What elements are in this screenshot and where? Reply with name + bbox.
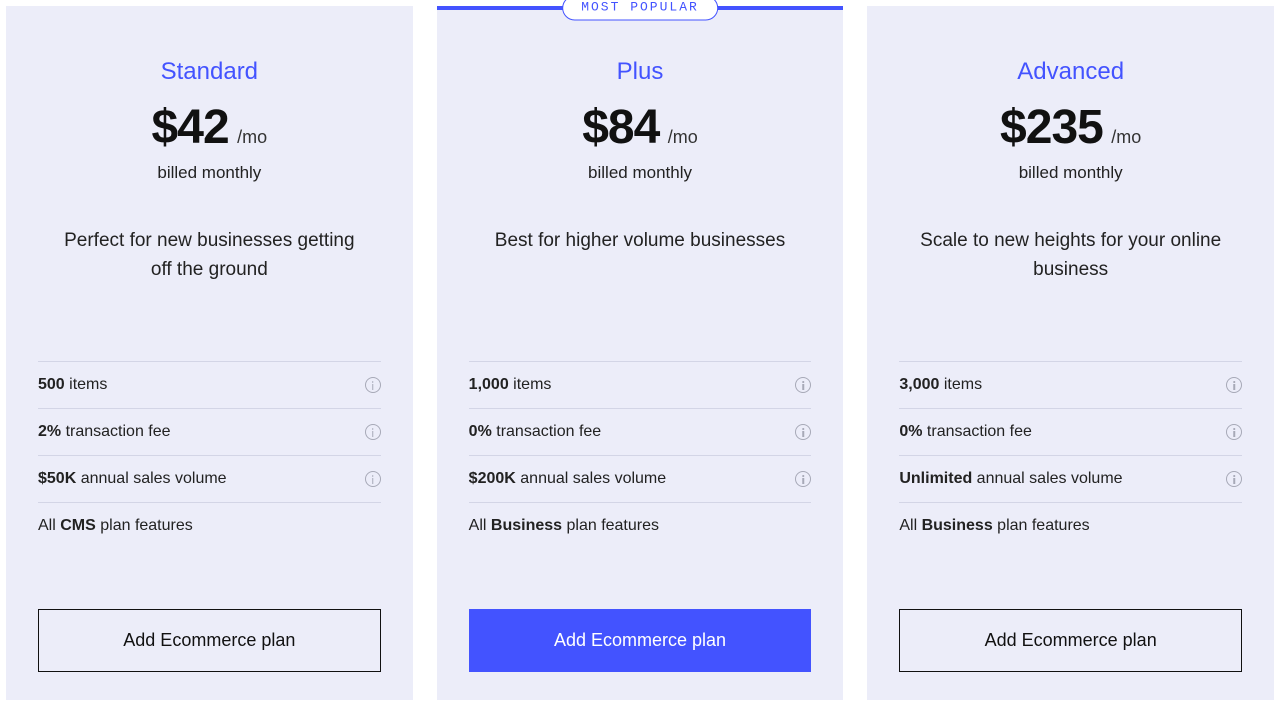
plan-billed: billed monthly (469, 163, 812, 183)
feature-text: 2% transaction fee (38, 423, 171, 441)
plan-price: $84 (582, 101, 659, 154)
spacer (899, 535, 1242, 609)
feature-sales-volume: $200K annual sales volume (469, 455, 812, 503)
plan-price-row: $84 /mo (469, 100, 812, 155)
feature-text: 1,000 items (469, 376, 552, 394)
info-icon[interactable] (1226, 424, 1242, 440)
plan-price-row: $42 /mo (38, 100, 381, 155)
plan-description: Perfect for new businesses getting off t… (38, 227, 381, 315)
info-icon[interactable] (365, 471, 381, 487)
feature-text: 0% transaction fee (469, 423, 602, 441)
plan-card-plus: MOST POPULAR Plus $84 /mo billed monthly… (437, 6, 844, 700)
plan-description: Scale to new heights for your online bus… (899, 227, 1242, 315)
plan-card-advanced: Advanced $235 /mo billed monthly Scale t… (867, 6, 1274, 700)
feature-items: 1,000 items (469, 361, 812, 408)
plan-includes: All Business plan features (469, 503, 812, 535)
plan-billed: billed monthly (38, 163, 381, 183)
plan-features: 500 items 2% transaction fee $50K annual… (38, 361, 381, 503)
feature-items: 500 items (38, 361, 381, 408)
plan-price-row: $235 /mo (899, 100, 1242, 155)
pricing-plans: Standard $42 /mo billed monthly Perfect … (0, 0, 1280, 706)
info-icon[interactable] (365, 377, 381, 393)
feature-sales-volume: $50K annual sales volume (38, 455, 381, 503)
plan-price-period: /mo (668, 127, 698, 147)
plan-price-period: /mo (237, 127, 267, 147)
feature-transaction-fee: 0% transaction fee (899, 408, 1242, 455)
info-icon[interactable] (795, 424, 811, 440)
feature-sales-volume: Unlimited annual sales volume (899, 455, 1242, 503)
plan-description: Best for higher volume businesses (469, 227, 812, 315)
plan-includes: All Business plan features (899, 503, 1242, 535)
plan-name: Advanced (899, 58, 1242, 86)
plan-billed: billed monthly (899, 163, 1242, 183)
feature-text: 0% transaction fee (899, 423, 1032, 441)
most-popular-badge: MOST POPULAR (562, 0, 718, 21)
info-icon[interactable] (795, 471, 811, 487)
plan-name: Standard (38, 58, 381, 86)
feature-text: $200K annual sales volume (469, 470, 666, 488)
plan-card-standard: Standard $42 /mo billed monthly Perfect … (6, 6, 413, 700)
plan-price-period: /mo (1111, 127, 1141, 147)
feature-text: Unlimited annual sales volume (899, 470, 1122, 488)
plan-price: $235 (1000, 101, 1103, 154)
info-icon[interactable] (795, 377, 811, 393)
spacer (38, 535, 381, 609)
spacer (469, 535, 812, 609)
plan-features: 3,000 items 0% transaction fee Unlimited… (899, 361, 1242, 503)
info-icon[interactable] (1226, 377, 1242, 393)
info-icon[interactable] (1226, 471, 1242, 487)
feature-text: 500 items (38, 376, 107, 394)
plan-price: $42 (152, 101, 229, 154)
feature-transaction-fee: 2% transaction fee (38, 408, 381, 455)
add-plan-button-advanced[interactable]: Add Ecommerce plan (899, 609, 1242, 672)
feature-text: 3,000 items (899, 376, 982, 394)
feature-transaction-fee: 0% transaction fee (469, 408, 812, 455)
add-plan-button-standard[interactable]: Add Ecommerce plan (38, 609, 381, 672)
feature-text: $50K annual sales volume (38, 470, 227, 488)
info-icon[interactable] (365, 424, 381, 440)
feature-items: 3,000 items (899, 361, 1242, 408)
plan-features: 1,000 items 0% transaction fee $200K ann… (469, 361, 812, 503)
plan-includes: All CMS plan features (38, 503, 381, 535)
add-plan-button-plus[interactable]: Add Ecommerce plan (469, 609, 812, 672)
plan-name: Plus (469, 58, 812, 86)
